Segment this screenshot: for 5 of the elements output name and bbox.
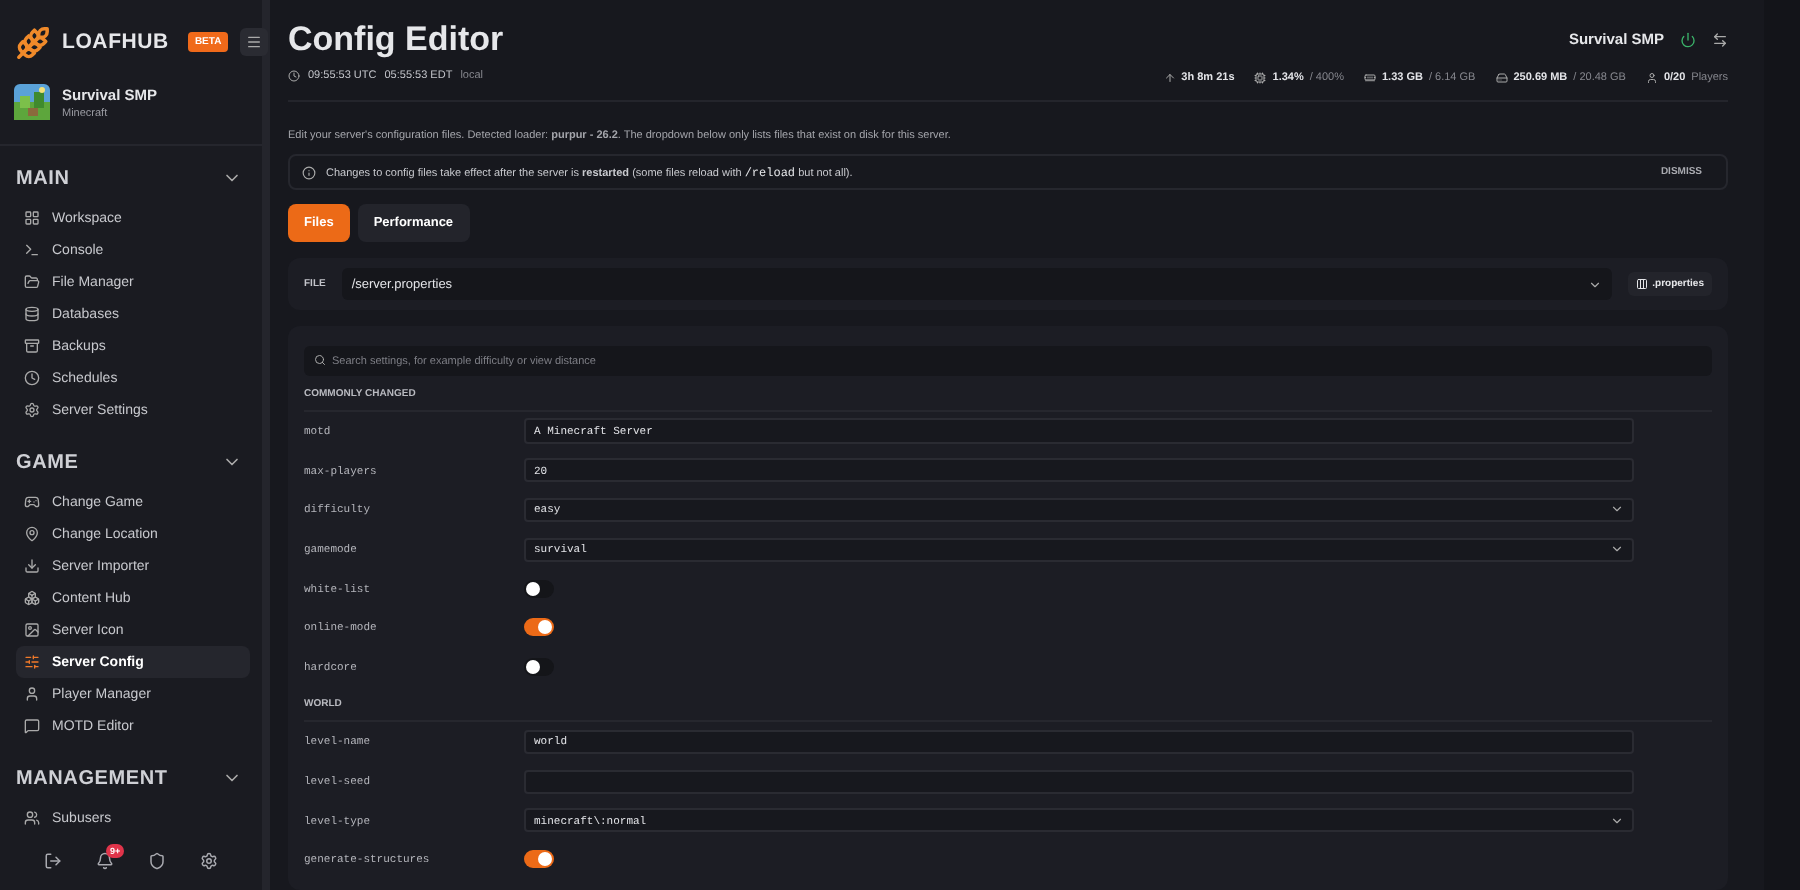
page-title: Config Editor bbox=[288, 20, 504, 60]
section-title: GAME bbox=[16, 451, 79, 473]
section-title: MAIN bbox=[16, 167, 70, 189]
section-title: MANAGEMENT bbox=[16, 767, 168, 789]
brand-name: LOAFHUB bbox=[62, 30, 169, 54]
